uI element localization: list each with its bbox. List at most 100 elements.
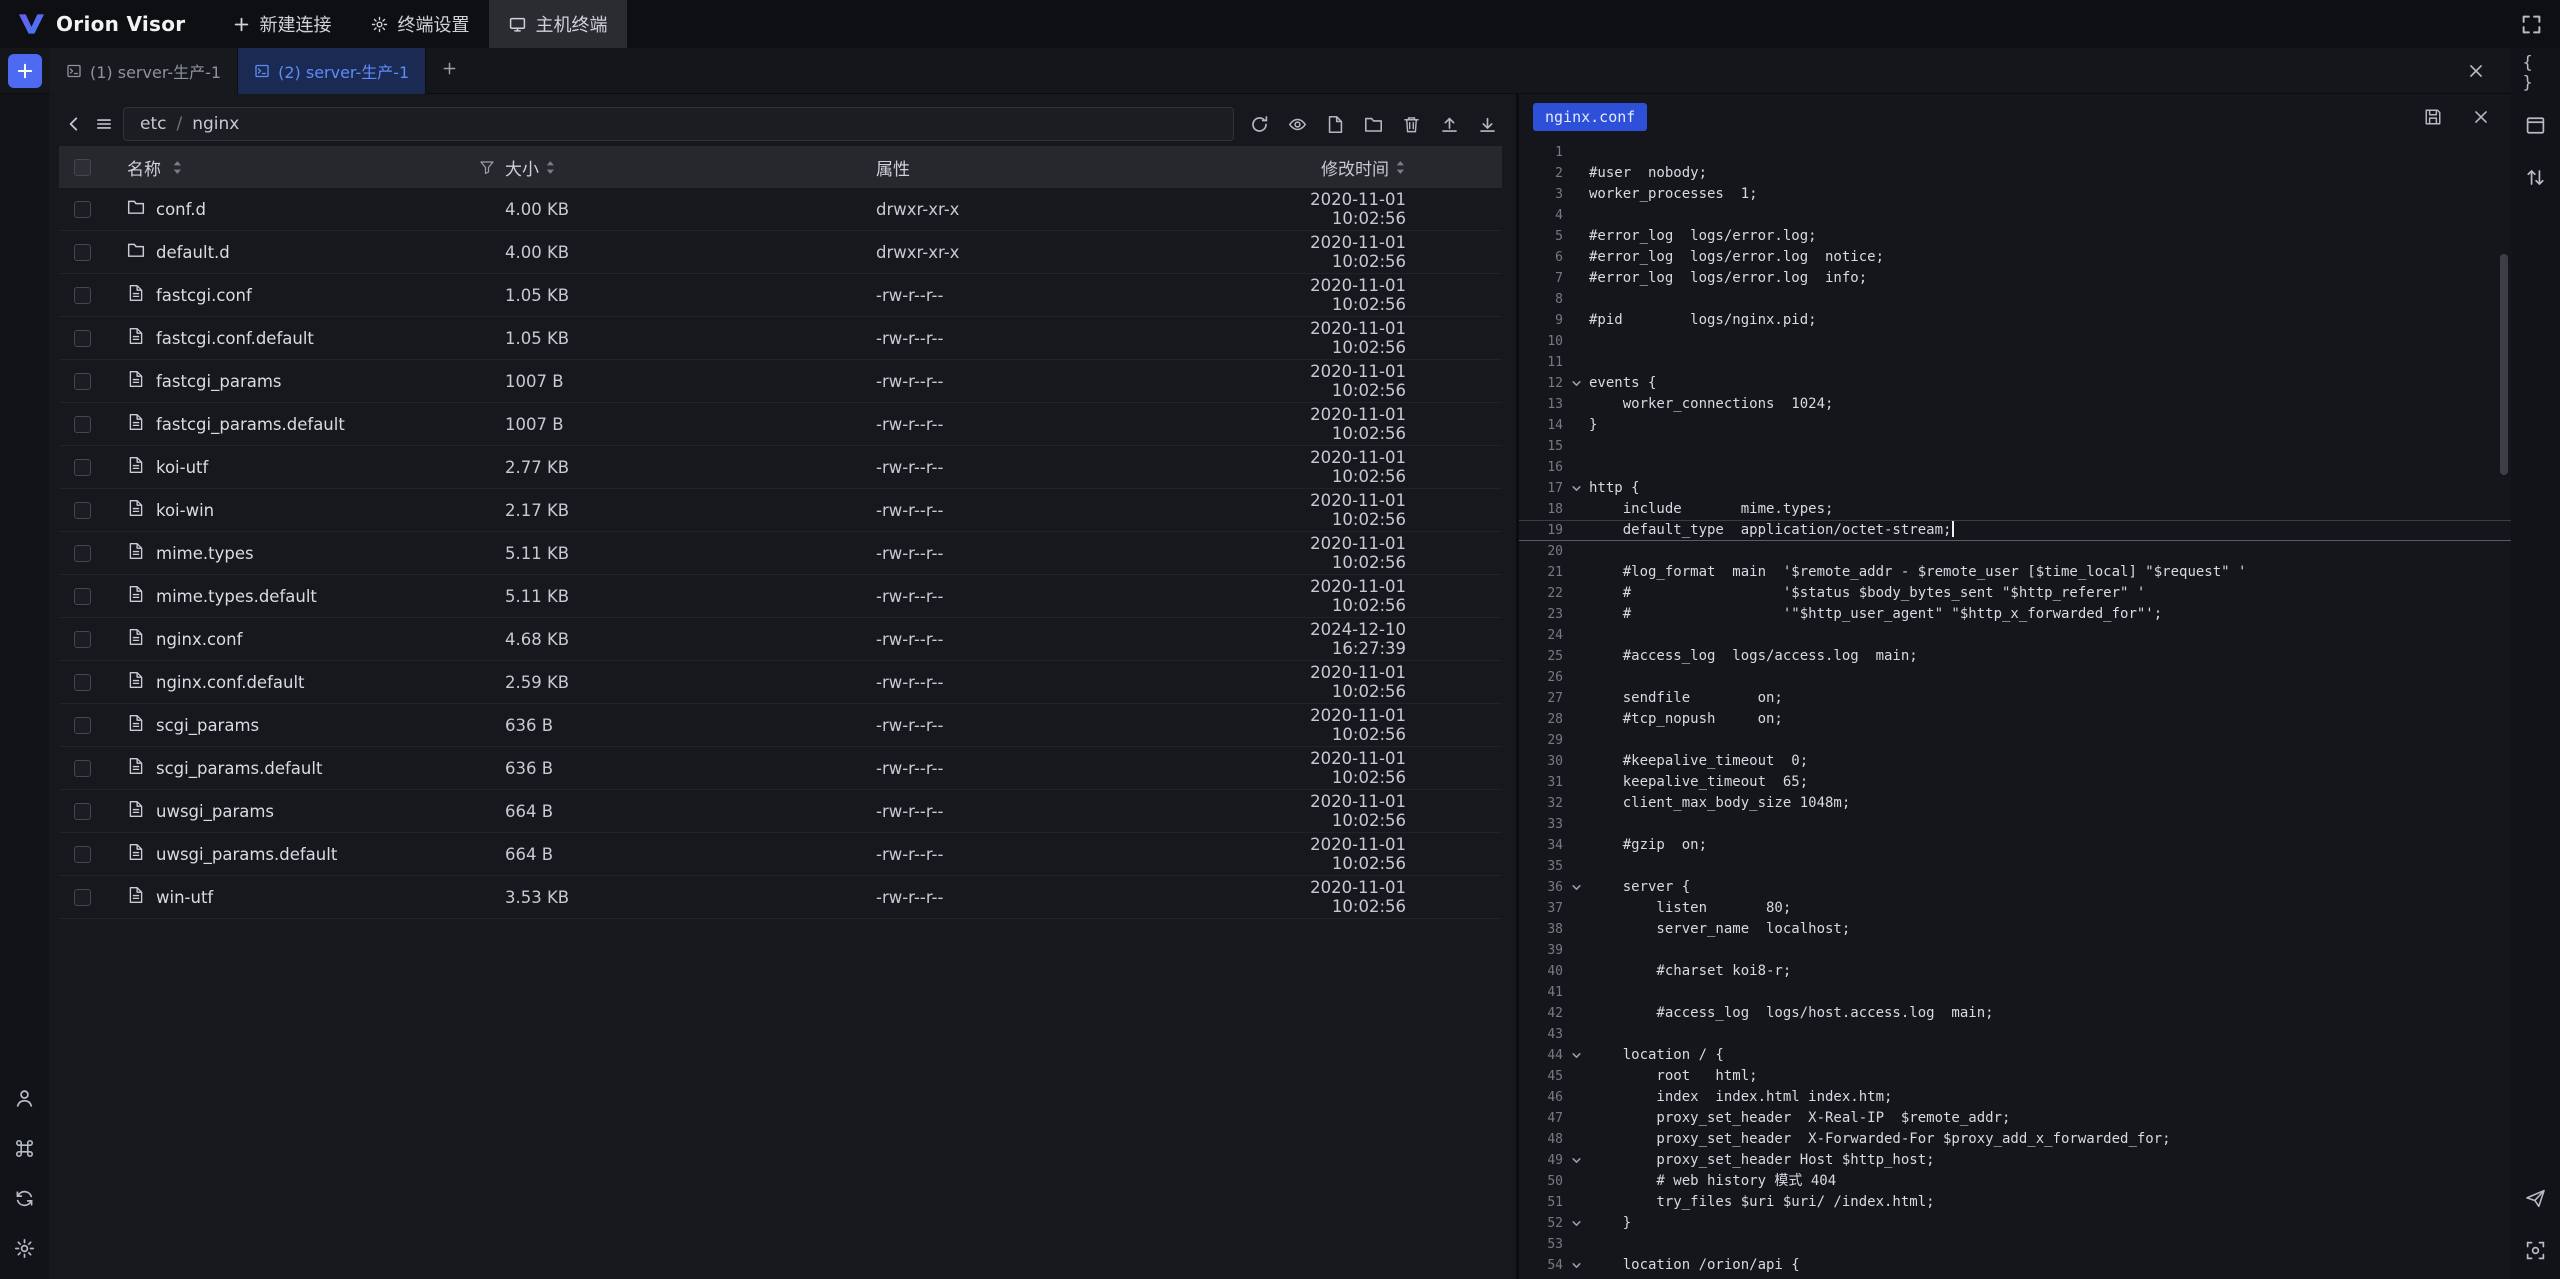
editor-line[interactable]: 42 #access_log logs/host.access.log main… (1519, 1003, 2511, 1024)
menu-item-host-terminal[interactable]: 主机终端 (489, 0, 627, 48)
editor-line[interactable]: 44 location / { (1519, 1045, 2511, 1066)
editor-line[interactable]: 54 location /orion/api { (1519, 1255, 2511, 1276)
tab-2[interactable]: (2) server-生产-1 (238, 48, 426, 94)
file-name[interactable]: uwsgi_params (156, 802, 274, 821)
column-header-name[interactable]: 名称 (127, 155, 161, 180)
editor-line[interactable]: 53 (1519, 1234, 2511, 1255)
editor-line[interactable]: 9#pid logs/nginx.pid; (1519, 310, 2511, 331)
fold-chevron-icon[interactable] (1563, 1213, 1589, 1234)
trash-button[interactable] (1396, 109, 1426, 139)
file-row[interactable]: win-utf3.53 KB-rw-r--r--2020-11-01 10:02… (59, 876, 1502, 919)
row-checkbox[interactable] (74, 459, 91, 476)
editor-line[interactable]: 47 proxy_set_header X-Real-IP $remote_ad… (1519, 1108, 2511, 1129)
settings-button[interactable] (12, 1235, 38, 1261)
file-row[interactable]: mime.types.default5.11 KB-rw-r--r--2020-… (59, 575, 1502, 618)
editor-line[interactable]: 2#user nobody; (1519, 163, 2511, 184)
breadcrumb-segment[interactable]: etc (140, 114, 166, 134)
file-name[interactable]: fastcgi_params (156, 372, 282, 391)
editor-line[interactable]: 23 # '"$http_user_agent" "$http_x_forwar… (1519, 604, 2511, 625)
file-row[interactable]: koi-utf2.77 KB-rw-r--r--2020-11-01 10:02… (59, 446, 1502, 489)
file-name[interactable]: mime.types.default (156, 587, 317, 606)
editor-line[interactable]: 52 } (1519, 1213, 2511, 1234)
file-row[interactable]: koi-win2.17 KB-rw-r--r--2020-11-01 10:02… (59, 489, 1502, 532)
file-name[interactable]: fastcgi.conf (156, 286, 252, 305)
row-checkbox[interactable] (74, 545, 91, 562)
editor-line[interactable]: 34 #gzip on; (1519, 835, 2511, 856)
row-checkbox[interactable] (74, 889, 91, 906)
editor-line[interactable]: 15 (1519, 436, 2511, 457)
file-row[interactable]: mime.types5.11 KB-rw-r--r--2020-11-01 10… (59, 532, 1502, 575)
open-file-tag[interactable]: nginx.conf (1533, 103, 1647, 131)
row-checkbox[interactable] (74, 760, 91, 777)
refresh-button[interactable] (1244, 109, 1274, 139)
file-name[interactable]: conf.d (156, 200, 206, 219)
row-checkbox[interactable] (74, 717, 91, 734)
editor-line[interactable]: 24 (1519, 625, 2511, 646)
file-row[interactable]: scgi_params636 B-rw-r--r--2020-11-01 10:… (59, 704, 1502, 747)
file-row[interactable]: default.d4.00 KBdrwxr-xr-x2020-11-01 10:… (59, 231, 1502, 274)
fold-chevron-icon[interactable] (1563, 373, 1589, 394)
column-header-size[interactable]: 大小 (505, 155, 539, 180)
editor-line[interactable]: 17http { (1519, 478, 2511, 499)
file-name[interactable]: koi-win (156, 501, 214, 520)
editor-line[interactable]: 37 listen 80; (1519, 898, 2511, 919)
editor-line[interactable]: 30 #keepalive_timeout 0; (1519, 751, 2511, 772)
editor-line[interactable]: 29 (1519, 730, 2511, 751)
editor-line[interactable]: 14} (1519, 415, 2511, 436)
editor-line[interactable]: 10 (1519, 331, 2511, 352)
editor-line[interactable]: 43 (1519, 1024, 2511, 1045)
send-command-button[interactable] (2523, 1185, 2549, 1211)
editor-line[interactable]: 25 #access_log logs/access.log main; (1519, 646, 2511, 667)
editor-lines[interactable]: 12#user nobody;3worker_processes 1;45#er… (1519, 140, 2511, 1279)
editor-line[interactable]: 21 #log_format main '$remote_addr - $rem… (1519, 562, 2511, 583)
file-row[interactable]: fastcgi_params.default1007 B-rw-r--r--20… (59, 403, 1502, 446)
editor-line[interactable]: 26 (1519, 667, 2511, 688)
editor-line[interactable]: 4 (1519, 205, 2511, 226)
file-name[interactable]: mime.types (156, 544, 254, 563)
file-row[interactable]: scgi_params.default636 B-rw-r--r--2020-1… (59, 747, 1502, 790)
download-button[interactable] (1472, 109, 1502, 139)
editor-line[interactable]: 6#error_log logs/error.log notice; (1519, 247, 2511, 268)
editor-line[interactable]: 48 proxy_set_header X-Forwarded-For $pro… (1519, 1129, 2511, 1150)
editor-line[interactable]: 50 # web history 模式 404 (1519, 1171, 2511, 1192)
fold-chevron-icon[interactable] (1563, 1150, 1589, 1171)
fold-chevron-icon[interactable] (1563, 1045, 1589, 1066)
file-row[interactable]: fastcgi_params1007 B-rw-r--r--2020-11-01… (59, 360, 1502, 403)
file-name[interactable]: fastcgi_params.default (156, 415, 345, 434)
transfer-button[interactable] (2523, 164, 2549, 190)
file-name[interactable]: koi-utf (156, 458, 208, 477)
row-checkbox[interactable] (74, 803, 91, 820)
save-button[interactable] (2421, 105, 2445, 129)
fold-chevron-icon[interactable] (1563, 1255, 1589, 1276)
row-checkbox[interactable] (74, 330, 91, 347)
file-name[interactable]: win-utf (156, 888, 213, 907)
editor-line[interactable]: 46 index index.html index.htm; (1519, 1087, 2511, 1108)
add-tab-button[interactable] (426, 61, 473, 80)
file-name[interactable]: nginx.conf.default (156, 673, 305, 692)
select-all-checkbox[interactable] (74, 159, 91, 176)
file-row[interactable]: nginx.conf4.68 KB-rw-r--r--2024-12-10 16… (59, 618, 1502, 661)
editor-line[interactable]: 32 client_max_body_size 1048m; (1519, 793, 2511, 814)
file-name[interactable]: default.d (156, 243, 230, 262)
breadcrumb-segment[interactable]: nginx (192, 114, 239, 134)
editor-line[interactable]: 27 sendfile on; (1519, 688, 2511, 709)
column-header-mtime[interactable]: 修改时间 (1321, 155, 1389, 180)
editor-line[interactable]: 12events { (1519, 373, 2511, 394)
editor-line[interactable]: 31 keepalive_timeout 65; (1519, 772, 2511, 793)
editor-line[interactable]: 36 server { (1519, 877, 2511, 898)
row-checkbox[interactable] (74, 588, 91, 605)
editor-line[interactable]: 7#error_log logs/error.log info; (1519, 268, 2511, 289)
row-checkbox[interactable] (74, 502, 91, 519)
file-name[interactable]: scgi_params.default (156, 759, 322, 778)
editor-line[interactable]: 13 worker_connections 1024; (1519, 394, 2511, 415)
app-logo[interactable]: Orion Visor (0, 0, 213, 48)
file-row[interactable]: fastcgi.conf.default1.05 KB-rw-r--r--202… (59, 317, 1502, 360)
editor-line[interactable]: 3worker_processes 1; (1519, 184, 2511, 205)
editor-line[interactable]: 5#error_log logs/error.log; (1519, 226, 2511, 247)
user-button[interactable] (12, 1085, 38, 1111)
fold-chevron-icon[interactable] (1563, 478, 1589, 499)
editor-line[interactable]: 38 server_name localhost; (1519, 919, 2511, 940)
back-button[interactable] (59, 109, 89, 139)
row-checkbox[interactable] (74, 287, 91, 304)
editor-line[interactable]: 41 (1519, 982, 2511, 1003)
